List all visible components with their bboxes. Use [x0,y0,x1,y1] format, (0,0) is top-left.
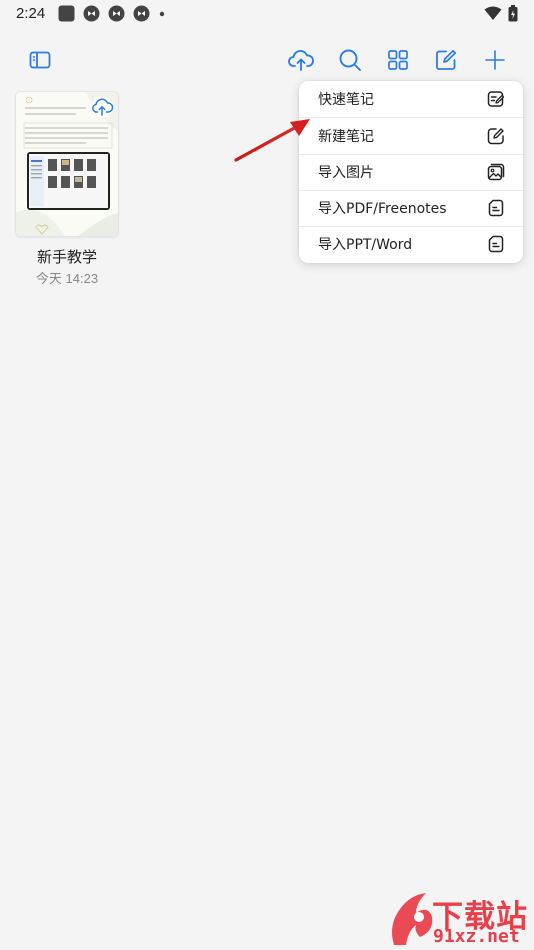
menu-item-label: 导入图片 [318,165,374,181]
image-icon [487,163,505,181]
note-date: 今天 14:23 [35,271,99,286]
sync-icon [133,5,150,22]
note-thumbnail[interactable] [15,91,119,237]
cloud-upload-icon [288,50,314,71]
cloud-sync-button[interactable] [285,44,317,76]
menu-item-import-ppt[interactable]: 导入PPT/Word [299,226,523,262]
status-notification-icons [58,5,166,22]
menu-item-import-pdf[interactable]: 导入PDF/Freenotes [299,190,523,226]
search-icon [339,49,361,71]
grid-icon [388,50,408,70]
note-title[interactable]: 新手教学 [15,246,119,267]
menu-item-quick-note[interactable]: 快速笔记 [299,81,523,117]
menu-item-new-note[interactable]: 新建笔记 [299,118,523,154]
quick-note-icon [487,91,505,107]
menu-item-import-image[interactable]: 导入图片 [299,154,523,190]
sidebar-icon [29,51,51,69]
ppt-file-icon [488,235,504,253]
annotation-arrow-icon [234,119,310,162]
status-time: 2:24 [16,5,46,22]
edit-button[interactable] [430,44,462,76]
add-menu-dropdown: 快速笔记 新建笔记 导入图片 导入PDF/Freenotes 导入PPT/Wor… [299,81,523,263]
pdf-file-icon [488,199,504,217]
dot-icon [159,11,165,16]
status-bar: 2:24 [0,0,534,30]
sidebar-toggle-button[interactable] [24,44,56,76]
watermark-text-domain: 91xz.net [433,926,520,947]
status-system-icons [484,5,518,22]
menu-item-label: 快速笔记 [318,92,374,108]
plus-icon [485,50,505,70]
menu-item-label: 导入PPT/Word [318,237,413,253]
new-note-icon [487,128,504,145]
edit-icon [436,49,457,70]
menu-item-label: 新建笔记 [318,129,374,145]
sync-icon [108,5,125,22]
grid-view-button[interactable] [382,44,414,76]
search-button[interactable] [334,44,366,76]
add-button[interactable] [479,44,511,76]
cloud-upload-icon [91,96,114,118]
stop-icon [58,5,75,22]
menu-item-label: 导入PDF/Freenotes [318,201,447,217]
wifi-icon [484,6,502,20]
sync-icon [83,5,100,22]
battery-icon [508,5,518,22]
